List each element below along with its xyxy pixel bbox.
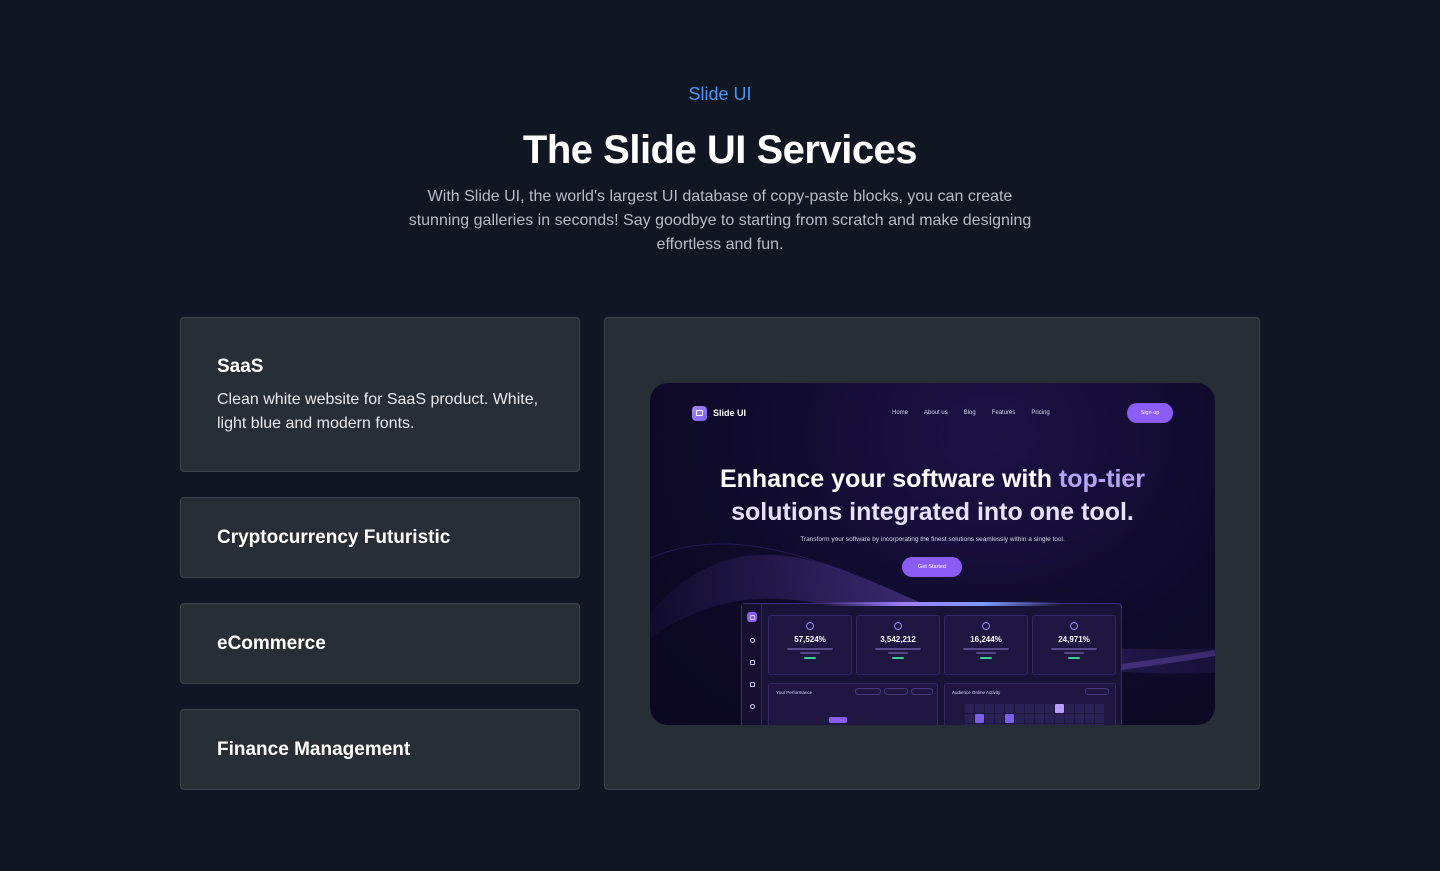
- service-title: SaaS: [217, 356, 264, 377]
- stat-icon: [1070, 622, 1078, 630]
- preview-navbar: Slide UI Home About us Blog Features Pri…: [692, 403, 1173, 423]
- stat-icon: [894, 622, 902, 630]
- preview-nav-links: Home About us Blog Features Pricing: [892, 410, 1050, 416]
- preview-signup-button: Sign up: [1127, 403, 1173, 423]
- nav-link-home: Home: [892, 410, 909, 416]
- preview-subline: Transform your software by incorporating…: [800, 536, 1065, 543]
- preview-dashboard: 57,524% 3,542,212 16,244% 24,971% Your P…: [741, 602, 1122, 725]
- service-title: Finance Management: [217, 739, 411, 760]
- stat-icon: [982, 622, 990, 630]
- dashboard-glow: [822, 602, 1062, 606]
- nav-link-features: Features: [991, 410, 1016, 416]
- calendar-icon: [747, 679, 757, 689]
- eyebrow-label: Slide UI: [688, 84, 752, 104]
- activity-heatmap: [965, 704, 1104, 725]
- stat-card: 16,244%: [944, 615, 1028, 675]
- logo-icon: [692, 405, 707, 421]
- nav-link-pricing: Pricing: [1031, 410, 1050, 416]
- dashboard-sidebar: [742, 604, 762, 725]
- page-title: The Slide UI Services: [522, 128, 918, 172]
- service-card-cryptocurrency[interactable]: Cryptocurrency Futuristic: [180, 497, 580, 578]
- nav-link-about: About us: [924, 410, 948, 416]
- audience-panel: Audience Online Activity: [944, 683, 1116, 725]
- service-card-saas[interactable]: SaaS Clean white website for SaaS produc…: [180, 317, 580, 472]
- stat-card: 3,542,212: [856, 615, 940, 675]
- service-description: Clean white website for SaaS product. Wh…: [217, 391, 539, 432]
- service-title: Cryptocurrency Futuristic: [217, 527, 451, 548]
- preview-cta-button: Get Started: [902, 557, 962, 577]
- page-subtitle: With Slide UI, the world's largest UI da…: [408, 188, 1032, 253]
- preview-screenshot: Slide UI Home About us Blog Features Pri…: [650, 383, 1215, 725]
- clock-icon: [747, 635, 757, 645]
- home-icon: [747, 612, 757, 622]
- preview-headline: Enhance your software with top-tier solu…: [719, 465, 1146, 526]
- stat-icon: [806, 622, 814, 630]
- service-card-ecommerce[interactable]: eCommerce: [180, 603, 580, 684]
- preview-logo: Slide UI: [692, 405, 746, 421]
- image-icon: [747, 657, 757, 667]
- stat-card: 57,524%: [768, 615, 852, 675]
- preview-panel: Slide UI Home About us Blog Features Pri…: [604, 317, 1260, 790]
- nav-link-blog: Blog: [963, 410, 976, 416]
- gear-icon: [747, 701, 757, 711]
- performance-marker: [829, 717, 847, 723]
- service-card-finance[interactable]: Finance Management: [180, 709, 580, 790]
- stat-card: 24,971%: [1032, 615, 1116, 675]
- service-title: eCommerce: [217, 633, 326, 654]
- performance-panel: Your Performance: [768, 683, 938, 725]
